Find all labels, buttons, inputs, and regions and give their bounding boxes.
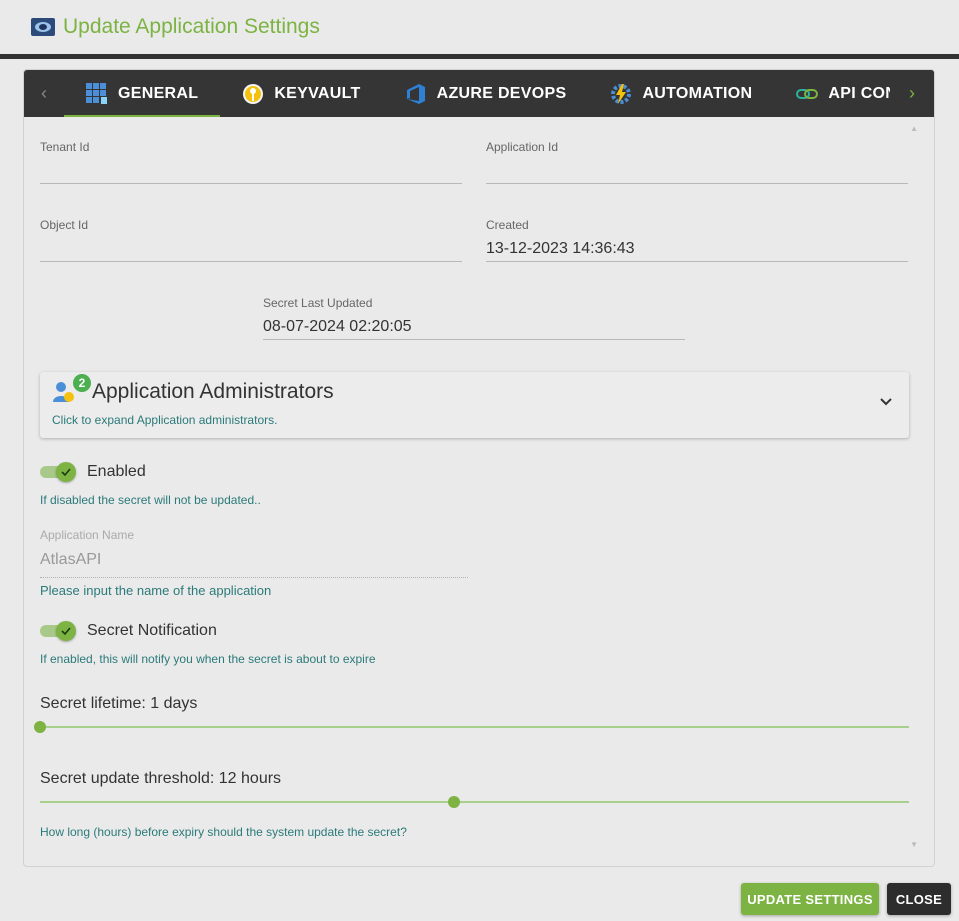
secret-threshold-hint: How long (hours) before expiry should th… [40,825,407,839]
dialog-title: Update Application Settings [63,15,320,38]
azure-devops-icon [406,83,425,104]
field-label: Object Id [40,218,89,232]
field-value: 08-07-2024 02:20:05 [263,318,412,335]
field-label: Application Name [40,528,135,542]
grid-icon [86,82,107,104]
tenant-id-field[interactable]: Tenant Id [40,140,462,184]
slider-rail [40,726,909,728]
update-settings-button[interactable]: UPDATE SETTINGS [741,883,879,915]
scroll-down-icon[interactable]: ▼ [910,840,918,849]
slider-thumb[interactable] [447,796,460,808]
secret-threshold-slider[interactable] [40,795,909,809]
secret-notification-label: Secret Notification [87,622,217,639]
tab-list: GENERAL KEYVAULT AZURE DEVOPS AUTOMATION… [64,70,890,117]
toggle-knob [56,621,76,641]
application-administrators-expander[interactable]: 2 Application Administrators Click to ex… [40,372,909,438]
admins-subtitle: Click to expand Application administrato… [52,413,278,427]
field-value: AtlasAPI [40,551,102,568]
slider-rail [40,801,909,803]
tabs-scroll-left-button[interactable]: ‹ [24,70,64,117]
tab-label: KEYVAULT [274,84,361,102]
enabled-toggle[interactable] [40,462,76,482]
field-label: Created [486,218,529,232]
dialog-header: Update Application Settings [0,0,959,54]
scroll-up-icon[interactable]: ▲ [910,124,918,133]
tab-bar: ‹ GENERAL KEYVAULT AZURE DEVOPS AUTOMATI… [24,70,934,117]
settings-panel: ‹ GENERAL KEYVAULT AZURE DEVOPS AUTOMATI… [23,69,935,867]
check-icon [61,627,71,636]
tab-general[interactable]: GENERAL [64,70,221,117]
secret-lifetime-slider[interactable] [34,720,909,734]
field-label: Application Id [486,140,559,154]
admins-title: Application Administrators [92,380,334,403]
automation-icon [611,83,632,104]
admin-count-badge: 2 [73,374,91,392]
secret-threshold-label: Secret update threshold: 12 hours [40,770,282,787]
chevron-down-icon[interactable] [879,394,893,408]
tab-label: API CON [828,84,890,102]
secret-last-updated-field[interactable]: Secret Last Updated 08-07-2024 02:20:05 [263,296,685,340]
secret-notification-hint: If enabled, this will notify you when th… [40,652,376,666]
slider-thumb[interactable] [34,721,46,733]
close-button[interactable]: CLOSE [887,883,951,915]
tab-label: AZURE DEVOPS [436,84,567,102]
tab-keyvault[interactable]: KEYVAULT [220,70,382,117]
tab-api-connections[interactable]: API CON [774,70,890,117]
enabled-hint: If disabled the secret will not be updat… [40,493,261,507]
tab-automation[interactable]: AUTOMATION [588,70,774,117]
check-icon [61,468,71,477]
enabled-label: Enabled [87,463,146,480]
created-field[interactable]: Created 13-12-2023 14:36:43 [486,218,908,262]
object-id-field[interactable]: Object Id [40,218,462,262]
toggle-knob [56,462,76,482]
field-value: 13-12-2023 14:36:43 [486,240,635,257]
tab-azure-devops[interactable]: AZURE DEVOPS [383,70,589,117]
application-name-hint: Please input the name of the application [40,583,272,598]
title-divider [0,54,959,59]
field-label: Tenant Id [40,140,90,154]
field-label: Secret Last Updated [263,296,373,310]
secret-notification-toggle[interactable] [40,621,76,641]
application-id-field[interactable]: Application Id [486,140,908,184]
tabs-scroll-right-button[interactable]: › [890,70,934,117]
secret-lifetime-label: Secret lifetime: 1 days [40,695,198,712]
tab-label: AUTOMATION [642,84,753,102]
link-icon [796,88,819,99]
application-name-field[interactable]: Application Name AtlasAPI [40,528,468,578]
tab-label: GENERAL [118,84,199,102]
key-icon [243,83,264,104]
app-logo-icon [31,18,55,36]
